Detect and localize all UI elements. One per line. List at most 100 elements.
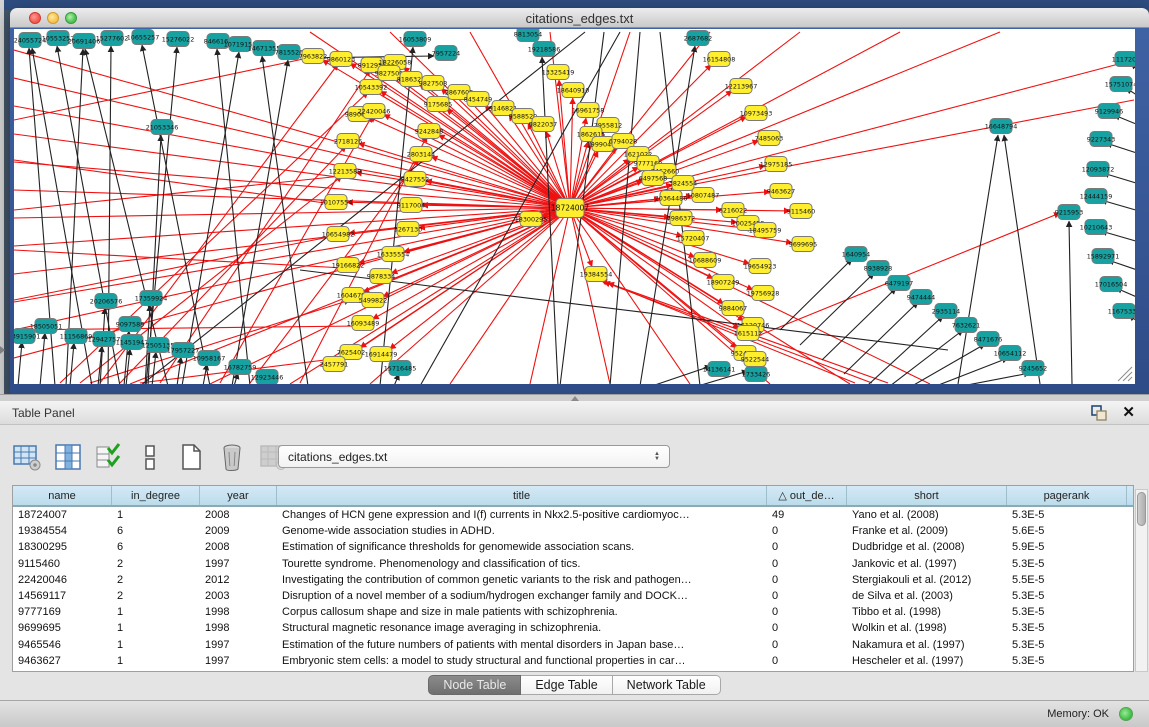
cell-out_de[interactable]: 0 [767,620,847,636]
cell-pagerank[interactable]: 5.3E-5 [1007,588,1127,604]
tab-edge-table[interactable]: Edge Table [521,675,612,695]
panel-collapse-arrow-icon[interactable] [0,346,5,354]
cell-title[interactable]: Investigating the contribution of common… [277,572,767,588]
memory-status-indicator[interactable] [1119,707,1133,721]
cell-in_degree[interactable]: 6 [112,523,200,539]
tab-node-table[interactable]: Node Table [428,675,521,695]
cell-short[interactable]: Franke et al. (2009) [847,523,1007,539]
node-table[interactable]: namein_degreeyeartitle△ out_de…shortpage… [12,485,1134,672]
table-selector-combobox[interactable]: citations_edges.txt ▲▼ [278,445,670,468]
delete-trash-icon[interactable] [217,442,247,472]
column-header-in_degree[interactable]: in_degree [112,486,200,505]
cell-out_de[interactable]: 0 [767,653,847,669]
cell-in_degree[interactable]: 1 [112,620,200,636]
table-row[interactable]: 1938455462009Genome-wide association stu… [13,523,1133,539]
cell-title[interactable]: Estimation of the future numbers of pati… [277,637,767,653]
column-header-name[interactable]: name [13,486,112,505]
cell-short[interactable]: Yano et al. (2008) [847,507,1007,523]
cell-out_de[interactable]: 0 [767,539,847,555]
column-header-title[interactable]: title [277,486,767,505]
cell-pagerank[interactable]: 5.3E-5 [1007,637,1127,653]
cell-year[interactable]: 2012 [200,572,277,588]
cell-in_degree[interactable]: 2 [112,556,200,572]
cell-title[interactable]: Disruption of a novel member of a sodium… [277,588,767,604]
cell-name[interactable]: 9463627 [13,653,112,669]
table-row[interactable]: 1830029562008Estimation of significance … [13,539,1133,555]
column-header-out_de[interactable]: △ out_de… [767,486,847,505]
cell-pagerank[interactable]: 5.3E-5 [1007,620,1127,636]
cell-year[interactable]: 2008 [200,507,277,523]
cell-name[interactable]: 9777169 [13,604,112,620]
float-panel-icon[interactable] [1091,405,1107,421]
cell-name[interactable]: 9465546 [13,637,112,653]
cell-title[interactable]: Genome-wide association studies in ADHD. [277,523,767,539]
table-header-row[interactable]: namein_degreeyeartitle△ out_de…shortpage… [13,486,1133,507]
cell-title[interactable]: Changes of HCN gene expression and I(f) … [277,507,767,523]
select-all-columns-icon[interactable] [94,442,124,472]
cell-out_de[interactable]: 0 [767,556,847,572]
cell-year[interactable]: 1998 [200,620,277,636]
cell-name[interactable]: 9115460 [13,556,112,572]
cell-in_degree[interactable]: 1 [112,653,200,669]
cell-out_de[interactable]: 0 [767,637,847,653]
table-row[interactable]: 1456911722003Disruption of a novel membe… [13,588,1133,604]
cell-pagerank[interactable]: 5.9E-5 [1007,539,1127,555]
cell-short[interactable]: Jankovic et al. (1997) [847,556,1007,572]
cell-year[interactable]: 1997 [200,653,277,669]
cell-year[interactable]: 2003 [200,588,277,604]
cell-pagerank[interactable]: 5.6E-5 [1007,523,1127,539]
cell-out_de[interactable]: 0 [767,523,847,539]
cell-year[interactable]: 2009 [200,523,277,539]
cell-pagerank[interactable]: 5.3E-5 [1007,556,1127,572]
table-scrollbar[interactable] [1135,489,1148,672]
cell-name[interactable]: 18724007 [13,507,112,523]
table-row[interactable]: 946554611997Estimation of the future num… [13,637,1133,653]
cell-short[interactable]: Wolkin et al. (1998) [847,620,1007,636]
clear-selection-icon[interactable] [135,442,165,472]
cell-short[interactable]: Tibbo et al. (1998) [847,604,1007,620]
cell-title[interactable]: Structural magnetic resonance image aver… [277,620,767,636]
cell-year[interactable]: 1998 [200,604,277,620]
close-panel-icon[interactable]: ✕ [1122,403,1135,421]
canvas-resize-grip[interactable] [1118,367,1132,381]
cell-pagerank[interactable]: 5.3E-5 [1007,507,1127,523]
cell-name[interactable]: 18300295 [13,539,112,555]
cell-short[interactable]: Stergiakouli et al. (2012) [847,572,1007,588]
cell-title[interactable]: Embryonic stem cells: a model to study s… [277,653,767,669]
column-header-short[interactable]: short [847,486,1007,505]
cell-short[interactable]: Dudbridge et al. (2008) [847,539,1007,555]
column-header-year[interactable]: year [200,486,277,505]
show-column-icon[interactable] [53,442,83,472]
cell-pagerank[interactable]: 5.3E-5 [1007,604,1127,620]
cell-short[interactable]: Nakamura et al. (1997) [847,637,1007,653]
cell-out_de[interactable]: 0 [767,572,847,588]
table-row[interactable]: 911546021997Tourette syndrome. Phenomeno… [13,556,1133,572]
cell-short[interactable]: Hescheler et al. (1997) [847,653,1007,669]
cell-name[interactable]: 9699695 [13,620,112,636]
cell-pagerank[interactable]: 5.3E-5 [1007,653,1127,669]
new-table-icon[interactable] [176,442,206,472]
table-scrollbar-thumb[interactable] [1137,492,1146,526]
cell-title[interactable]: Estimation of significance thresholds fo… [277,539,767,555]
cell-title[interactable]: Tourette syndrome. Phenomenology and cla… [277,556,767,572]
cell-in_degree[interactable]: 1 [112,637,200,653]
cell-name[interactable]: 19384554 [13,523,112,539]
cell-in_degree[interactable]: 1 [112,604,200,620]
cell-out_de[interactable]: 0 [767,588,847,604]
cell-year[interactable]: 1997 [200,637,277,653]
cell-pagerank[interactable]: 5.5E-5 [1007,572,1127,588]
network-canvas[interactable]: 2405572410553257206914061527760210655257… [14,29,1135,384]
column-header-pagerank[interactable]: pagerank [1007,486,1127,505]
panel-splitter[interactable] [0,394,1149,401]
cell-in_degree[interactable]: 6 [112,539,200,555]
table-row[interactable]: 2242004622012Investigating the contribut… [13,572,1133,588]
cell-year[interactable]: 2008 [200,539,277,555]
tab-network-table[interactable]: Network Table [613,675,721,695]
table-body[interactable]: 18724007 1 2008Changes of HCN gene express… [13,507,1133,669]
cell-out_de[interactable]: 0 [767,604,847,620]
table-row[interactable]: 977716911998Corpus callosum shape and si… [13,604,1133,620]
cell-in_degree[interactable]: 2 [112,572,200,588]
cell-out_de[interactable]: 49 [767,507,847,523]
window-titlebar[interactable]: citations_edges.txt [10,8,1149,28]
cell-title[interactable]: Corpus callosum shape and size in male p… [277,604,767,620]
